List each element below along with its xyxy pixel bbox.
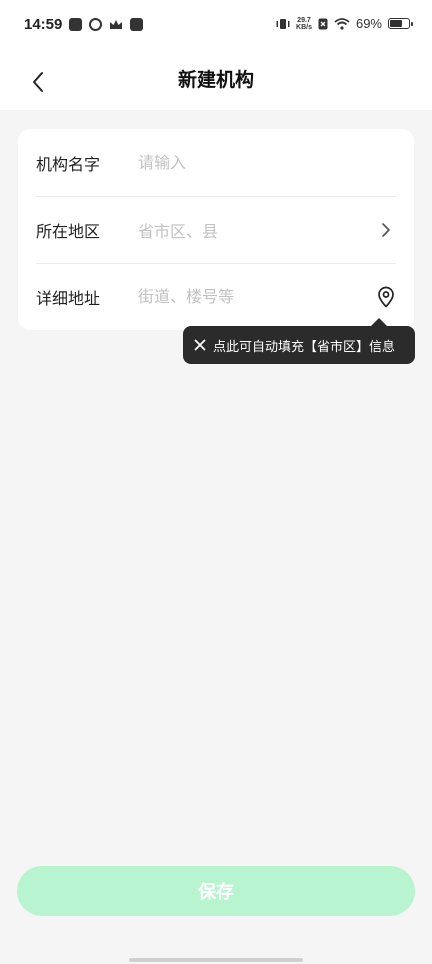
close-icon: [194, 339, 206, 351]
region-selector[interactable]: 省市区、县: [138, 218, 218, 242]
page-title: 新建机构: [177, 69, 254, 91]
status-bar: 14:59 29.7 KB/s 69%: [0, 0, 432, 52]
name-input[interactable]: [138, 142, 364, 183]
no-sim-icon: [318, 18, 328, 29]
battery-icon: [388, 18, 413, 29]
institution-form: 机构名字 所在地区 省市区、县 详细地址: [18, 129, 414, 330]
battery-percent: 69%: [355, 16, 382, 31]
chevron-right-icon: [382, 222, 390, 237]
status-right: 29.7 KB/s 69%: [276, 16, 413, 31]
tooltip-close-button[interactable]: [193, 338, 207, 352]
nav-bar: 新建机构: [0, 52, 432, 110]
notification-icons: [69, 18, 143, 31]
region-label: 所在地区: [36, 221, 101, 241]
address-label: 详细地址: [36, 288, 101, 308]
app-notification-icon: [69, 18, 82, 31]
name-label: 机构名字: [36, 154, 101, 174]
crown-icon: [110, 19, 122, 29]
address-input[interactable]: [138, 276, 364, 317]
location-pin-icon: [378, 286, 394, 307]
vibrate-icon: [276, 18, 290, 29]
home-indicator[interactable]: [129, 958, 303, 962]
locate-button[interactable]: [374, 285, 398, 309]
form-row-address: 详细地址: [18, 263, 414, 330]
region-chevron[interactable]: [374, 218, 398, 242]
tooltip-text: 点此可自动填充【省市区】信息: [213, 339, 396, 355]
battery-fill: [390, 20, 402, 27]
wifi-icon: [334, 17, 350, 30]
network-speed: 29.7 KB/s: [296, 16, 312, 31]
mail-icon: [130, 18, 143, 31]
save-button[interactable]: 保存: [17, 866, 415, 916]
status-time: 14:59: [24, 16, 63, 33]
autofill-tooltip[interactable]: 点此可自动填充【省市区】信息: [183, 318, 415, 364]
app-notification-icon: [89, 18, 102, 31]
form-row-region[interactable]: 所在地区 省市区、县: [18, 196, 414, 263]
form-row-name: 机构名字: [18, 129, 414, 196]
